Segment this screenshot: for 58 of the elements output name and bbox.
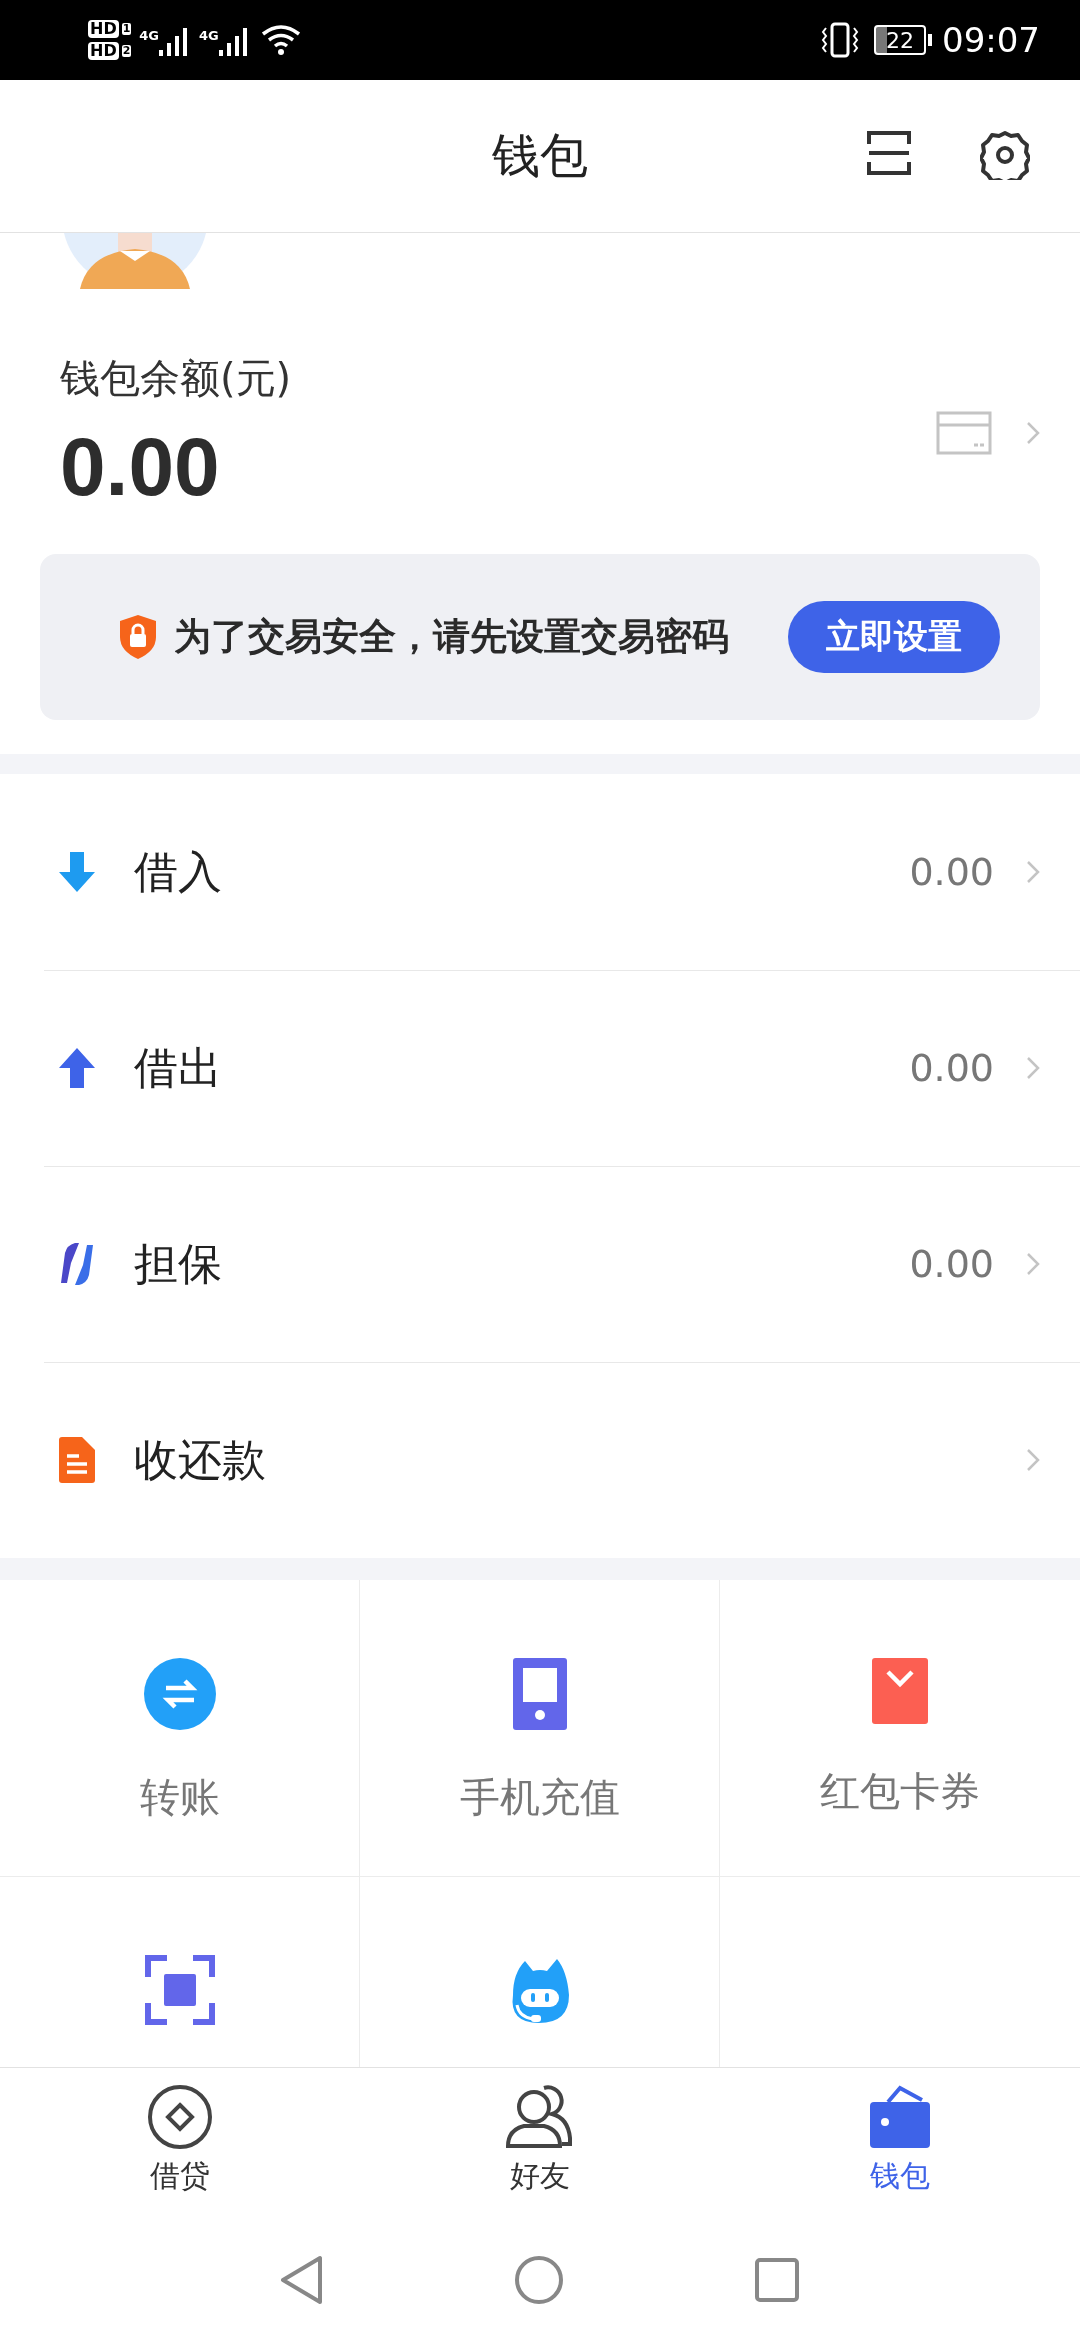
network-label: 4G [139,28,160,43]
envelope-icon [872,1658,928,1724]
tab[interactable]: 钱包 [720,2068,1080,2220]
set-password-button[interactable]: 立即设置 [788,601,1000,673]
battery-level: 22 [874,25,926,55]
hd-label: HD [88,42,119,60]
down-arrow-icon [57,850,97,894]
ledger-amount: 0.00 [909,1046,994,1090]
phone-icon [512,1658,567,1730]
scan-icon[interactable] [866,130,912,176]
transfer-icon [143,1658,216,1730]
network-label: 4G [199,28,219,43]
ledger-item[interactable]: 收还款 [0,1362,1080,1558]
sim-slot: 2 [121,45,132,57]
wallet-icon [870,2084,930,2150]
tab-label: 借贷 [150,2157,210,2195]
chevron-icon [1026,860,1040,884]
document-icon [57,1436,97,1484]
tab[interactable]: 借贷 [0,2068,360,2220]
chevron-icon [1026,1056,1040,1080]
clock: 09:07 [942,20,1040,60]
recents-icon[interactable] [754,2257,800,2303]
hd-label: HD [88,20,119,38]
home-icon[interactable] [514,2255,564,2305]
balance-label: 钱包余额(元) [60,354,293,403]
tab-label: 钱包 [870,2157,930,2195]
service-tile[interactable]: 转账 [0,1580,360,1877]
up-arrow-icon [57,1046,97,1090]
ledger-item[interactable]: 担保 0.00 [0,1166,1080,1362]
security-message: 为了交易安全，请先设置交易密码 [174,614,730,660]
tab-label: 好友 [510,2157,570,2195]
ledger-label: 收还款 [134,1432,267,1487]
chevron-icon [1026,1252,1040,1276]
ledger-item[interactable]: 借出 0.00 [0,970,1080,1166]
service-label: 转账 [139,1773,220,1822]
scan-icon [144,1955,215,2025]
page-title: 钱包 [492,126,588,185]
vibrate-icon [820,22,860,58]
ledger-item[interactable]: 借入 0.00 [0,774,1080,970]
chevron-icon [1026,420,1040,445]
diamond-circle-icon [147,2084,213,2150]
service-label: 红包卡券 [820,1767,980,1816]
service-tile[interactable]: 手机充值 [360,1580,720,1877]
ledger-amount: 0.00 [909,850,994,894]
chevron-icon [1026,1448,1040,1472]
ledger-label: 借入 [134,844,223,899]
sim-slot: 1 [121,23,132,35]
back-icon[interactable] [280,2255,324,2305]
service-tile[interactable]: 红包卡券 [720,1580,1080,1877]
ledger-label: 借出 [134,1040,223,1095]
service-label: 手机充值 [459,1773,620,1822]
ledger-amount: 0.00 [909,1242,994,1286]
ledger-label: 担保 [134,1236,223,1291]
balance-amount: 0.00 [60,420,221,514]
tab[interactable]: 好友 [360,2068,720,2220]
settings-icon[interactable] [980,130,1030,180]
shield-lock-icon [118,613,158,661]
wifi-icon [260,24,301,56]
